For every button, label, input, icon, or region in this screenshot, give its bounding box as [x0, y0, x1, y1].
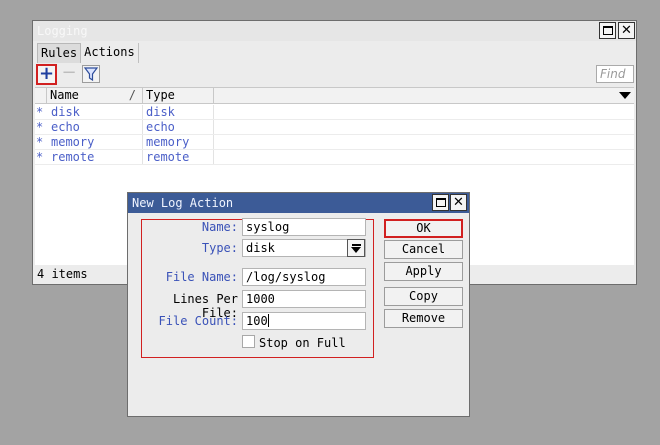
- chevron-down-icon[interactable]: [347, 239, 365, 257]
- table-row[interactable]: * echo echo: [35, 120, 634, 135]
- toolbar: + − Find: [35, 63, 634, 85]
- cell-name: disk: [51, 105, 80, 119]
- column-name[interactable]: Name /: [47, 88, 143, 104]
- row-marker: *: [36, 135, 44, 149]
- close-icon[interactable]: ✕: [618, 22, 635, 39]
- dialog-title: New Log Action: [132, 196, 234, 210]
- table-row[interactable]: * memory memory: [35, 135, 634, 150]
- filter-icon[interactable]: [82, 65, 100, 83]
- file-name-field[interactable]: /log/syslog: [242, 268, 366, 286]
- tab-actions[interactable]: Actions: [81, 43, 139, 63]
- apply-button[interactable]: Apply: [384, 262, 463, 281]
- type-value: disk: [246, 241, 275, 255]
- file-count-field[interactable]: 100: [242, 312, 366, 330]
- logging-titlebar[interactable]: Logging ✕: [33, 21, 636, 41]
- stop-on-full-label: Stop on Full: [259, 336, 346, 350]
- cell-name: echo: [51, 120, 80, 134]
- plus-icon[interactable]: +: [36, 64, 57, 85]
- table-row[interactable]: * remote remote: [35, 150, 634, 165]
- cell-type: remote: [146, 150, 190, 164]
- dialog-titlebar[interactable]: New Log Action ✕: [128, 193, 469, 213]
- name-label: Name:: [201, 220, 238, 234]
- ok-button[interactable]: OK: [384, 219, 463, 238]
- file-name-label: File Name:: [165, 270, 238, 284]
- type-select[interactable]: disk: [242, 239, 366, 257]
- row-marker: *: [36, 105, 44, 119]
- header-marker: [35, 88, 47, 104]
- maximize-icon[interactable]: [432, 194, 449, 211]
- cell-type: echo: [146, 120, 175, 134]
- minus-icon[interactable]: −: [61, 64, 77, 82]
- column-type-label: Type: [146, 88, 175, 102]
- maximize-icon[interactable]: [599, 22, 616, 39]
- row-marker: *: [36, 120, 44, 134]
- cell-type: disk: [146, 105, 175, 119]
- cell-name: memory: [51, 135, 95, 149]
- file-count-label: File Count:: [158, 314, 238, 328]
- column-type[interactable]: Type: [143, 88, 214, 104]
- window-title: Logging: [37, 24, 88, 38]
- cell-type: memory: [146, 135, 190, 149]
- row-marker: *: [36, 150, 44, 164]
- stop-on-full-checkbox[interactable]: [242, 335, 255, 348]
- type-label: Type:: [201, 241, 238, 255]
- text-caret: [267, 314, 269, 327]
- cell-name: remote: [51, 150, 95, 164]
- chevron-down-icon[interactable]: [619, 92, 631, 99]
- new-log-action-dialog: New Log Action ✕ Name: syslog Type: disk…: [127, 192, 470, 417]
- cancel-button[interactable]: Cancel: [384, 240, 463, 259]
- table-header: Name / Type: [35, 88, 634, 104]
- remove-button[interactable]: Remove: [384, 309, 463, 328]
- close-icon[interactable]: ✕: [450, 194, 467, 211]
- copy-button[interactable]: Copy: [384, 287, 463, 306]
- tab-rules[interactable]: Rules: [37, 43, 82, 63]
- sort-indicator: /: [128, 88, 136, 102]
- tab-bar: Rules Actions: [37, 43, 139, 63]
- lines-per-file-field[interactable]: 1000: [242, 290, 366, 308]
- column-name-label: Name: [50, 88, 79, 102]
- name-field[interactable]: syslog: [242, 218, 366, 236]
- file-count-value: 100: [246, 314, 268, 328]
- table-row[interactable]: * disk disk: [35, 105, 634, 120]
- find-input[interactable]: Find: [596, 65, 634, 83]
